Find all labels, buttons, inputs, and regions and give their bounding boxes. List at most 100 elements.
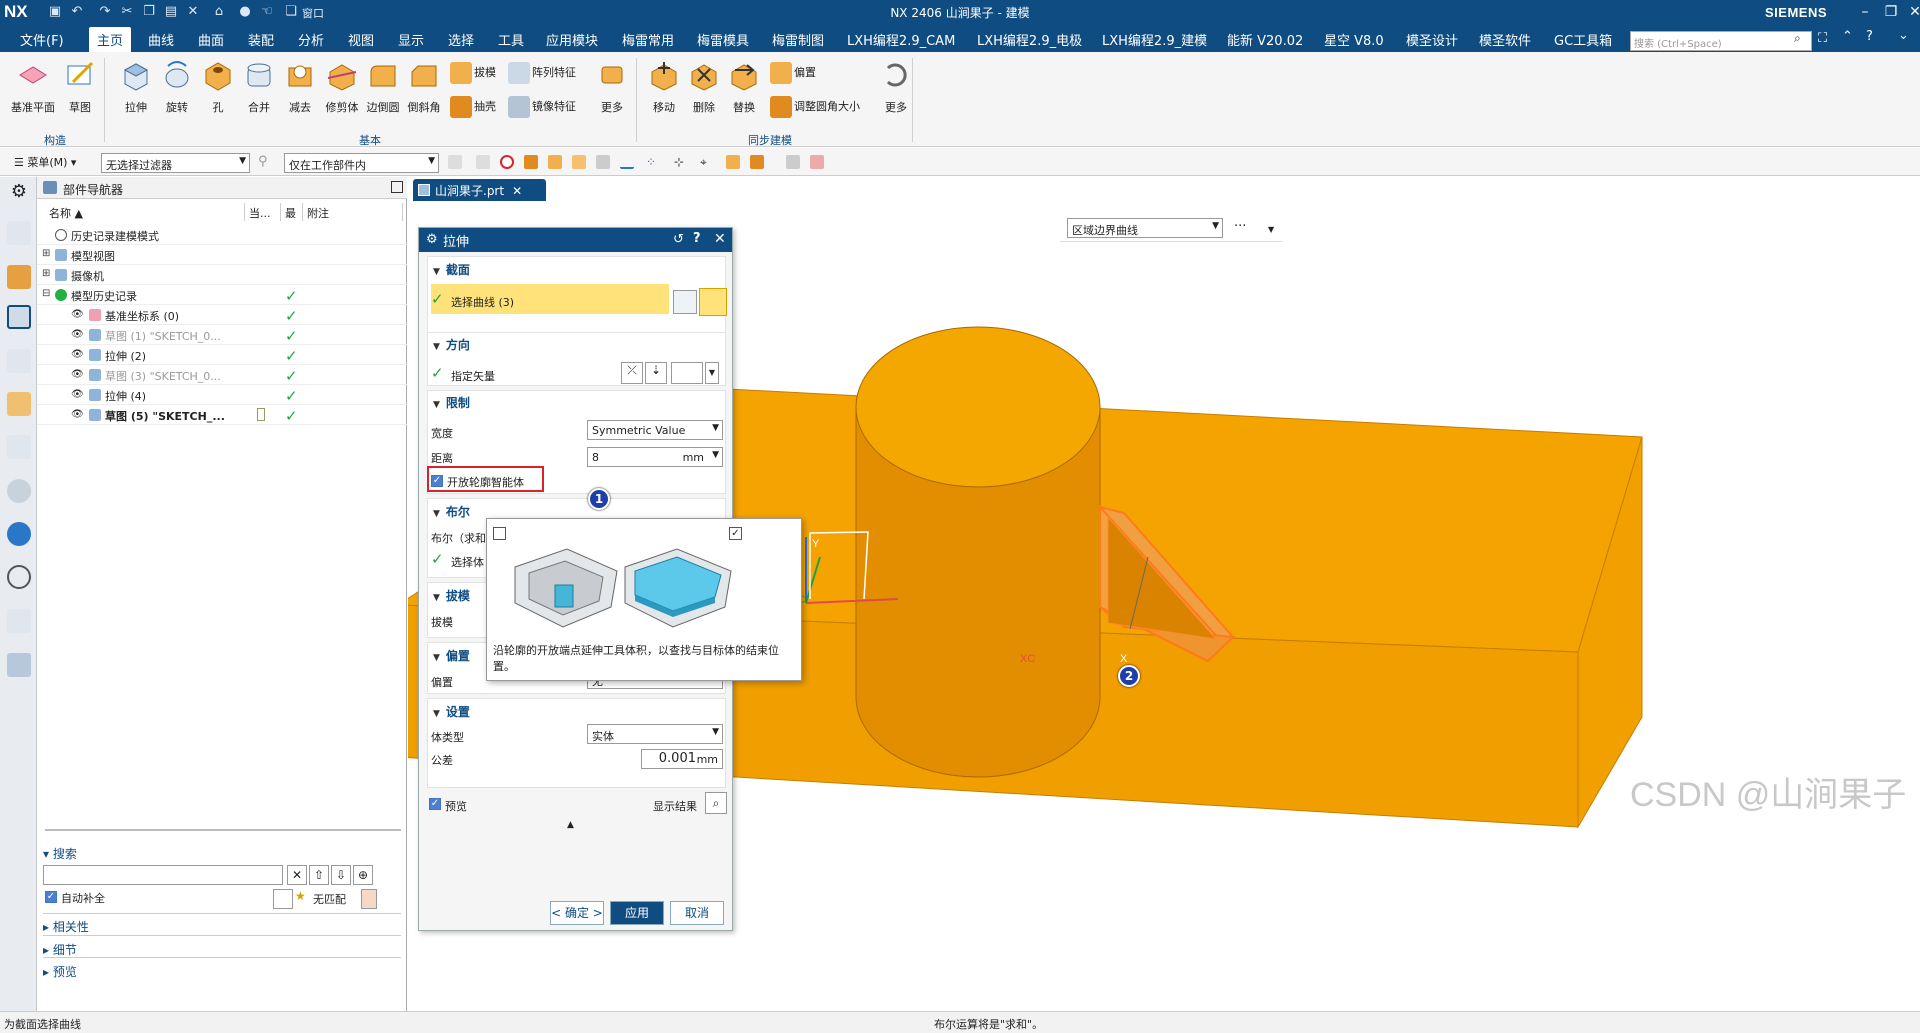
- ribbon-options-icon[interactable]: ⌄: [1898, 28, 1909, 43]
- chevron-down-icon[interactable]: ▼: [1268, 225, 1274, 234]
- menu-file[interactable]: 文件(F): [20, 30, 64, 49]
- move-face-button[interactable]: 移动: [642, 58, 686, 115]
- draft-button[interactable]: 拔模: [450, 62, 496, 84]
- column-latest[interactable]: 最: [281, 203, 303, 221]
- menu-surface[interactable]: 曲面: [198, 30, 224, 49]
- search-options-icon[interactable]: [273, 889, 293, 909]
- menu-applications[interactable]: 应用模块: [546, 30, 598, 49]
- offset-header[interactable]: ▼ 偏置: [433, 647, 470, 664]
- maximize-icon[interactable]: ❐: [1878, 2, 1904, 22]
- curve-icon[interactable]: [699, 288, 727, 316]
- face-filter-icon[interactable]: [548, 155, 562, 169]
- tree-node[interactable]: 👁 基准坐标系 (0) ✓: [37, 305, 407, 325]
- curve-rule-select[interactable]: 区域边界曲线 ▼: [1067, 218, 1223, 238]
- point-filter-icon[interactable]: ⁘: [646, 155, 660, 169]
- body-type-select[interactable]: 实体 ▼: [587, 724, 723, 744]
- limits-header[interactable]: ▼ 限制: [433, 394, 470, 411]
- tab-part-file[interactable]: 山涧果子.prt ✕: [413, 179, 546, 201]
- feature-filter-icon[interactable]: [596, 155, 610, 169]
- component-icon[interactable]: [726, 155, 740, 169]
- select-all-icon[interactable]: [448, 155, 462, 169]
- search-target-icon[interactable]: ⊕: [353, 865, 373, 885]
- column-name[interactable]: 名称 ▲: [45, 203, 245, 221]
- history-clock-icon[interactable]: [7, 565, 31, 589]
- close-window-icon[interactable]: ✕: [1902, 2, 1920, 22]
- menu-mosheng-software[interactable]: 模圣软件: [1479, 30, 1531, 49]
- navigator-search-input[interactable]: [43, 865, 283, 885]
- menu-meilei-drafting[interactable]: 梅雷制图: [772, 30, 824, 49]
- menu-gc-toolbox[interactable]: GC工具箱: [1554, 30, 1612, 49]
- dependencies-panel-header[interactable]: ▸ 相关性: [43, 918, 89, 935]
- reverse-direction-icon[interactable]: ⤫: [621, 362, 643, 384]
- tree-node[interactable]: 👁 草图 (3) "SKETCH_0... ✓: [37, 365, 407, 385]
- maximize-panel-icon[interactable]: [391, 181, 403, 193]
- menu-meilei-mold[interactable]: 梅雷模具: [697, 30, 749, 49]
- visible-eye-icon[interactable]: 👁: [71, 409, 87, 420]
- cylinder-top-face[interactable]: [855, 326, 1101, 488]
- datum-plane-button[interactable]: 基准平面: [11, 58, 55, 115]
- part-navigator-icon[interactable]: [7, 305, 31, 329]
- width-select[interactable]: Symmetric Value ▼: [587, 420, 723, 440]
- snap-point-icon[interactable]: ⊹: [674, 155, 688, 169]
- tree-node[interactable]: ⊞ 摄像机: [37, 265, 407, 285]
- mirror-feature-button[interactable]: 镜像特征: [508, 96, 576, 118]
- clear-search-icon[interactable]: ✕: [287, 865, 307, 885]
- menu-view[interactable]: 视图: [348, 30, 374, 49]
- assembly-icon[interactable]: [750, 155, 764, 169]
- apply-button[interactable]: 应用: [610, 901, 664, 925]
- menu-select[interactable]: 选择: [448, 30, 474, 49]
- settings-icon[interactable]: ⚙: [7, 181, 31, 205]
- menu-mosheng-design[interactable]: 模圣设计: [1406, 30, 1458, 49]
- close-tab-icon[interactable]: ✕: [512, 184, 522, 198]
- visible-eye-icon[interactable]: 👁: [71, 349, 87, 360]
- hidden-eye-icon[interactable]: 👁: [71, 369, 87, 380]
- menu-button[interactable]: ☰ 菜单(M) ▾: [14, 154, 76, 170]
- search-panel-header[interactable]: ▾ 搜索: [43, 845, 77, 862]
- shell-button[interactable]: 抽壳: [450, 96, 496, 118]
- sketch-button[interactable]: 草图: [58, 58, 102, 115]
- boolean-header[interactable]: ▼ 布尔: [433, 503, 470, 520]
- extrude-button[interactable]: 拉伸: [114, 58, 158, 115]
- sheet-body-icon[interactable]: [810, 155, 824, 169]
- sketch-section-icon[interactable]: [673, 290, 697, 314]
- inferred-vector-icon[interactable]: [671, 362, 703, 384]
- revolve-button[interactable]: 旋转: [155, 58, 199, 115]
- globe-icon[interactable]: [7, 522, 31, 546]
- delete-face-button[interactable]: 删除: [682, 58, 726, 115]
- close-icon[interactable]: ✕: [714, 231, 726, 247]
- tolerance-input[interactable]: 0.001 mm: [641, 749, 723, 769]
- collapse-ribbon-icon[interactable]: ⌃: [1842, 29, 1853, 44]
- visible-eye-icon[interactable]: 👁: [71, 389, 87, 400]
- gear-icon[interactable]: ⚙: [426, 232, 438, 247]
- menu-assembly[interactable]: 装配: [248, 30, 274, 49]
- menu-analysis[interactable]: 分析: [298, 30, 324, 49]
- tree-node[interactable]: 👁 拉伸 (2) ✓: [37, 345, 407, 365]
- column-notes[interactable]: 附注: [303, 203, 403, 221]
- menu-nengxin[interactable]: 能新 V20.02: [1227, 30, 1303, 49]
- collapse-arrow-icon[interactable]: ▲: [567, 820, 574, 830]
- expand-node-icon[interactable]: ⊞: [42, 248, 50, 259]
- edge-filter-icon[interactable]: [572, 155, 586, 169]
- filter-icon[interactable]: ⚲: [258, 154, 268, 169]
- stop-icon[interactable]: [500, 155, 514, 169]
- deselect-icon[interactable]: [476, 155, 490, 169]
- tree-node[interactable]: ⊟ 模型历史记录 ✓: [37, 285, 407, 305]
- ok-button[interactable]: < 确定 >: [550, 901, 604, 925]
- settings-header[interactable]: ▼ 设置: [433, 703, 470, 720]
- solid-body-icon[interactable]: [786, 155, 800, 169]
- pattern-feature-button[interactable]: 阵列特征: [508, 62, 576, 84]
- minimize-icon[interactable]: –: [1852, 2, 1878, 22]
- reuse-library-icon[interactable]: [7, 349, 31, 373]
- tree-node[interactable]: ⊞ 模型视图: [37, 245, 407, 265]
- section-header[interactable]: ▼ 截面: [433, 261, 470, 278]
- subtract-button[interactable]: 减去: [278, 58, 322, 115]
- unite-button[interactable]: 合并: [237, 58, 281, 115]
- distance-input[interactable]: 8 mm ▼: [587, 447, 723, 467]
- tree-node[interactable]: 👁 草图 (1) "SKETCH_0... ✓: [37, 325, 407, 345]
- hd3d-tools-icon[interactable]: [7, 392, 31, 416]
- search-next-icon[interactable]: ⇩: [331, 865, 351, 885]
- offset-region-button[interactable]: 偏置: [770, 62, 816, 84]
- help-icon[interactable]: ?: [1866, 29, 1873, 44]
- selection-scope-select[interactable]: 仅在工作部件内 ▼: [284, 153, 439, 173]
- trim-body-button[interactable]: 修剪体: [320, 58, 364, 115]
